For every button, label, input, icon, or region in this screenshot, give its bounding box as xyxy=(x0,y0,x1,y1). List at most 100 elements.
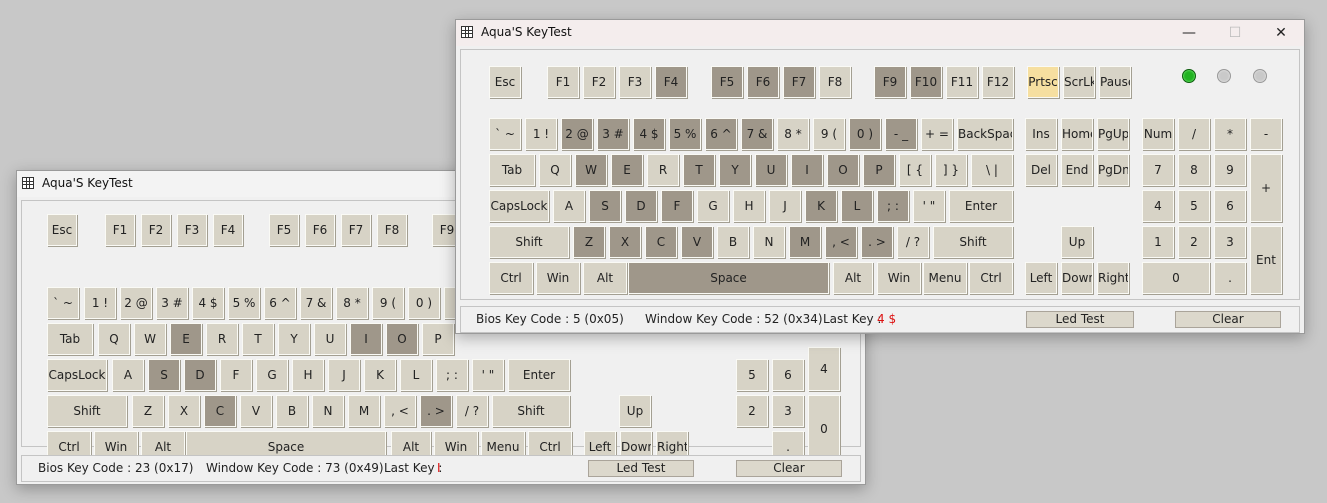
front-key-menu[interactable]: Menu xyxy=(923,262,967,294)
back-key-j[interactable]: J xyxy=(328,359,360,391)
front-key-shift[interactable]: Shift xyxy=(933,226,1013,258)
front-key-r[interactable]: R xyxy=(647,154,679,186)
front-key-f7[interactable]: F7 xyxy=(783,66,815,98)
front-key-home[interactable]: Home xyxy=(1061,118,1093,150)
front-key-x[interactable]: X xyxy=(609,226,641,258)
front-key-alt[interactable]: Alt xyxy=(833,262,873,294)
front-key-capslock[interactable]: CapsLock xyxy=(489,190,549,222)
front-key-down[interactable]: Down xyxy=(1061,262,1093,294)
close-button[interactable]: ✕ xyxy=(1258,20,1304,46)
front-key-t[interactable]: T xyxy=(683,154,715,186)
front-key-pgdn[interactable]: PgDn xyxy=(1097,154,1129,186)
front-key-ctrl[interactable]: Ctrl xyxy=(489,262,533,294)
back-key-h[interactable]: H xyxy=(292,359,324,391)
front-key-ent[interactable]: Ent xyxy=(1250,226,1282,294)
back-key-r[interactable]: R xyxy=(206,323,238,355)
front-key-s[interactable]: S xyxy=(589,190,621,222)
back-key-i[interactable]: I xyxy=(350,323,382,355)
back-key-k[interactable]: K xyxy=(364,359,396,391)
front-key-k[interactable]: K xyxy=(805,190,837,222)
back-key-a[interactable]: A xyxy=(112,359,144,391)
front-key-tab[interactable]: Tab xyxy=(489,154,535,186)
front-key-right-bracket[interactable]: ] } xyxy=(935,154,967,186)
back-key-comma[interactable]: , < xyxy=(384,395,416,427)
back-key-up[interactable]: Up xyxy=(619,395,651,427)
front-key-quote[interactable]: ' " xyxy=(913,190,945,222)
back-key-f2[interactable]: F2 xyxy=(141,214,171,246)
front-key-a[interactable]: A xyxy=(553,190,585,222)
back-key-f6[interactable]: F6 xyxy=(305,214,335,246)
front-key-f2[interactable]: F2 xyxy=(583,66,615,98)
back-key-l[interactable]: L xyxy=(400,359,432,391)
front-title-bar[interactable]: Aqua'S KeyTest — ☐ ✕ xyxy=(456,20,1304,46)
back-key-backtick[interactable]: ` ~ xyxy=(47,287,79,319)
front-key-backslash[interactable]: \ | xyxy=(971,154,1013,186)
back-key-semicolon[interactable]: ; : xyxy=(436,359,468,391)
clear-button[interactable]: Clear xyxy=(1175,311,1281,328)
front-key-0[interactable]: 0 xyxy=(1142,262,1210,294)
front-key-left[interactable]: Left xyxy=(1025,262,1057,294)
front-key-left-bracket[interactable]: [ { xyxy=(899,154,931,186)
back-key-q[interactable]: Q xyxy=(98,323,130,355)
front-key-5[interactable]: 5 % xyxy=(669,118,701,150)
back-key-t[interactable]: T xyxy=(242,323,274,355)
front-key-multiply[interactable]: * xyxy=(1214,118,1246,150)
back-key-f4[interactable]: F4 xyxy=(213,214,243,246)
back-key-o[interactable]: O xyxy=(386,323,418,355)
front-key-4[interactable]: 4 xyxy=(1142,190,1174,222)
front-key-7[interactable]: 7 & xyxy=(741,118,773,150)
front-key-backspace[interactable]: BackSpace xyxy=(957,118,1013,150)
front-key-divide[interactable]: / xyxy=(1178,118,1210,150)
led-test-button[interactable]: Led Test xyxy=(1026,311,1134,328)
back-key-n[interactable]: N xyxy=(312,395,344,427)
front-key-f5[interactable]: F5 xyxy=(711,66,743,98)
front-key-end[interactable]: End xyxy=(1061,154,1093,186)
front-key-1[interactable]: 1 ! xyxy=(525,118,557,150)
front-key-plus[interactable]: + xyxy=(1250,154,1282,222)
back-key-u[interactable]: U xyxy=(314,323,346,355)
front-key-f10[interactable]: F10 xyxy=(910,66,942,98)
front-key-n[interactable]: N xyxy=(753,226,785,258)
back-key-2[interactable]: 2 @ xyxy=(120,287,152,319)
back-key-p[interactable]: P xyxy=(422,323,454,355)
front-keytest-window[interactable]: Aqua'S KeyTest — ☐ ✕ Esc F1 F2 F3 F4 F5 F6 F7 F8… xyxy=(455,19,1305,334)
back-key-s[interactable]: S xyxy=(148,359,180,391)
led-test-button[interactable]: Led Test xyxy=(588,460,694,477)
front-key-3[interactable]: 3 # xyxy=(597,118,629,150)
front-key-f12[interactable]: F12 xyxy=(982,66,1014,98)
front-key-2[interactable]: 2 xyxy=(1178,226,1210,258)
back-key-f7[interactable]: F7 xyxy=(341,214,371,246)
back-key-f1[interactable]: F1 xyxy=(105,214,135,246)
back-key-3[interactable]: 3 xyxy=(772,395,804,427)
back-key-shift[interactable]: Shift xyxy=(492,395,570,427)
clear-button[interactable]: Clear xyxy=(736,460,842,477)
front-key-4[interactable]: 4 $ xyxy=(633,118,665,150)
back-key-0[interactable]: 0 ) xyxy=(408,287,440,319)
front-key-z[interactable]: Z xyxy=(573,226,605,258)
back-key-0[interactable]: 0 xyxy=(808,395,840,463)
front-key-slash[interactable]: / ? xyxy=(897,226,929,258)
front-key-c[interactable]: C xyxy=(645,226,677,258)
front-key-m[interactable]: M xyxy=(789,226,821,258)
back-key-tab[interactable]: Tab xyxy=(47,323,93,355)
front-key-8[interactable]: 8 * xyxy=(777,118,809,150)
front-key-up[interactable]: Up xyxy=(1061,226,1093,258)
back-key-4[interactable]: 4 xyxy=(808,347,840,391)
front-key-6[interactable]: 6 ^ xyxy=(705,118,737,150)
front-key-9[interactable]: 9 xyxy=(1214,154,1246,186)
back-key-quote[interactable]: ' " xyxy=(472,359,504,391)
front-key-win[interactable]: Win xyxy=(877,262,921,294)
back-key-enter[interactable]: Enter xyxy=(508,359,570,391)
front-key-q[interactable]: Q xyxy=(539,154,571,186)
front-key-f8[interactable]: F8 xyxy=(819,66,851,98)
front-key-5[interactable]: 5 xyxy=(1178,190,1210,222)
front-key-e[interactable]: E xyxy=(611,154,643,186)
back-key-8[interactable]: 8 * xyxy=(336,287,368,319)
front-key-g[interactable]: G xyxy=(697,190,729,222)
front-key-i[interactable]: I xyxy=(791,154,823,186)
back-key-9[interactable]: 9 ( xyxy=(372,287,404,319)
front-key-del[interactable]: Del xyxy=(1025,154,1057,186)
front-key-win[interactable]: Win xyxy=(536,262,580,294)
back-key-5[interactable]: 5 xyxy=(736,359,768,391)
front-key-6[interactable]: 6 xyxy=(1214,190,1246,222)
